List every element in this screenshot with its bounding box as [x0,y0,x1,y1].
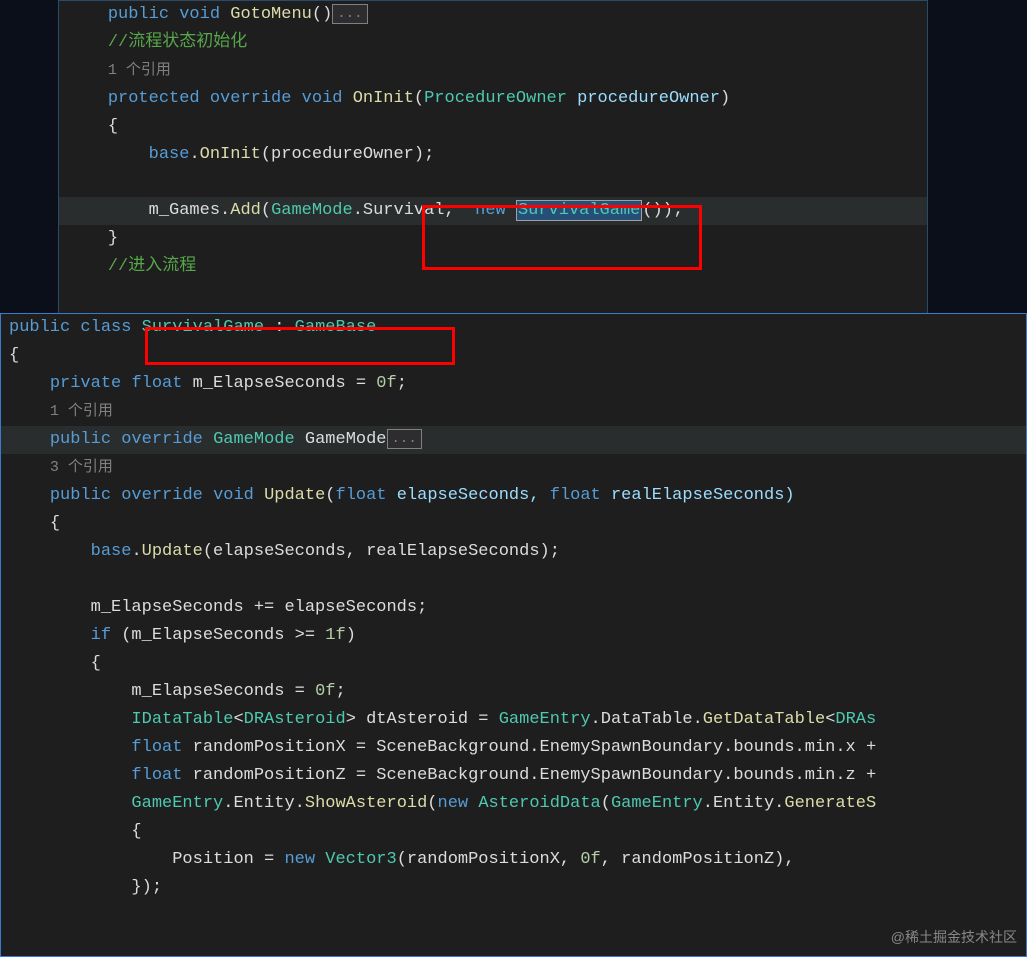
code-line[interactable]: m_ElapseSeconds += elapseSeconds; [1,594,1026,622]
keyword: override [210,89,292,108]
codelens-line[interactable]: 3 个引用 [1,454,1026,482]
keyword: new [475,201,506,220]
keyword: base [149,145,190,164]
selected-symbol[interactable]: SurvivalGame [516,200,642,221]
code-line[interactable]: private float m_ElapseSeconds = 0f; [1,370,1026,398]
method: Update [264,486,325,505]
code-line[interactable]: Position = new Vector3(randomPositionX, … [1,846,1026,874]
method: OnInit [353,89,414,108]
codelens-references[interactable]: 1 个引用 [50,403,113,420]
keyword: float [131,374,182,393]
number: 0f [376,374,396,393]
code-line[interactable]: base.Update(elapseSeconds, realElapseSec… [1,538,1026,566]
code-line[interactable]: { [1,818,1026,846]
code-line[interactable]: GameEntry.Entity.ShowAsteroid(new Astero… [1,790,1026,818]
code-line[interactable]: float randomPositionX = SceneBackground.… [1,734,1026,762]
code-line[interactable]: { [1,342,1026,370]
type: GameMode [213,430,295,449]
code-line[interactable]: public void GotoMenu()... [59,1,927,29]
keyword: override [121,486,203,505]
watermark-text: @稀土掘金技术社区 [891,927,1017,947]
codelens-line[interactable]: 1 个引用 [59,57,927,85]
method: OnInit [200,145,261,164]
code-line[interactable]: IDataTable<DRAsteroid> dtAsteroid = Game… [1,706,1026,734]
comment: //进入流程 [108,257,196,276]
keyword: override [121,430,203,449]
code-line[interactable]: { [1,650,1026,678]
keyword: class [80,318,131,337]
codelens-references[interactable]: 1 个引用 [108,62,171,79]
keyword: void [302,89,343,108]
code-line[interactable]: public override GameMode GameMode... [1,426,1026,454]
code-editor-pane-bottom[interactable]: public class SurvivalGame : GameBase { p… [0,313,1027,957]
code-line[interactable]: { [59,113,927,141]
keyword: void [179,5,220,24]
code-line[interactable]: //进入流程 [59,253,927,281]
code-line[interactable]: //流程状态初始化 [59,29,927,57]
collapsed-region[interactable]: ... [332,4,367,24]
code-line[interactable]: protected override void OnInit(Procedure… [59,85,927,113]
keyword: if [91,626,111,645]
method: Add [230,201,261,220]
code-line[interactable]: m_Games.Add(GameMode.Survival, new Survi… [59,197,927,225]
keyword: public [9,318,70,337]
keyword: public [50,486,111,505]
type: ProcedureOwner [424,89,567,108]
codelens-line[interactable]: 1 个引用 [1,398,1026,426]
code-line[interactable]: { [1,510,1026,538]
collapsed-region[interactable]: ... [387,429,422,449]
keyword: protected [108,89,200,108]
code-line[interactable]: m_ElapseSeconds = 0f; [1,678,1026,706]
type: GameBase [295,318,377,337]
method: Update [142,542,203,561]
code-line[interactable]: base.OnInit(procedureOwner); [59,141,927,169]
keyword: base [91,542,132,561]
code-line[interactable]: public class SurvivalGame : GameBase [1,314,1026,342]
punct: () [312,5,332,24]
method: GotoMenu [230,5,312,24]
code-line[interactable]: if (m_ElapseSeconds >= 1f) [1,622,1026,650]
code-line[interactable]: } [59,225,927,253]
code-line[interactable]: public override void Update(float elapse… [1,482,1026,510]
type: GameMode [271,201,353,220]
parameter: procedureOwner [567,89,720,108]
keyword: void [213,486,254,505]
keyword: private [50,374,121,393]
keyword: public [50,430,111,449]
comment: //流程状态初始化 [108,33,247,52]
keyword: public [108,5,169,24]
code-line[interactable]: float randomPositionZ = SceneBackground.… [1,762,1026,790]
codelens-references[interactable]: 3 个引用 [50,459,113,476]
code-line[interactable] [1,566,1026,594]
code-line[interactable]: }); [1,874,1026,902]
type: SurvivalGame [142,318,264,337]
code-line[interactable] [59,169,927,197]
code-editor-pane-top[interactable]: public void GotoMenu()... //流程状态初始化 1 个引… [58,0,928,318]
